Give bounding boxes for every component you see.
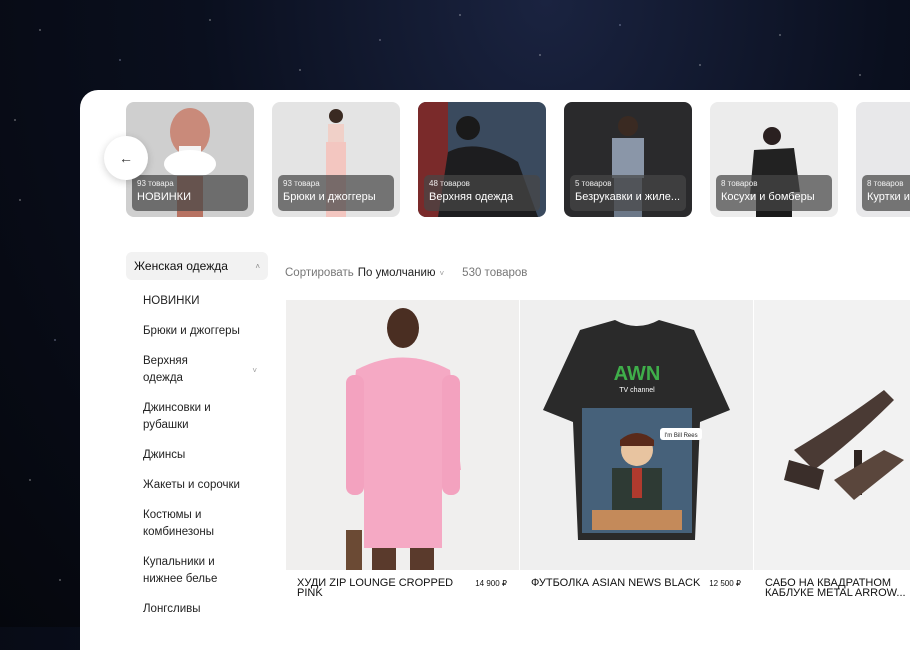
sidebar-item[interactable]: Купальники и нижнее белье bbox=[126, 554, 268, 588]
chevron-up-icon: ˄ bbox=[255, 261, 260, 271]
sidebar-item[interactable]: Брюки и джоггеры bbox=[126, 323, 268, 340]
sidebar-item[interactable]: Верхняя одежда ˅ bbox=[126, 353, 268, 387]
sort-label: Сортировать bbox=[285, 267, 354, 279]
sidebar-item[interactable]: Джинсы bbox=[126, 447, 268, 464]
chevron-down-icon[interactable]: ˅ bbox=[440, 269, 445, 278]
category-card[interactable]: 8 товаров Куртки и bbox=[856, 102, 910, 217]
category-count: 8 товаров bbox=[721, 179, 758, 188]
product-name: ФУТБОЛКА ASIAN NEWS BLACK bbox=[531, 577, 701, 589]
sidebar-heading-label: Женская одежда bbox=[134, 259, 228, 273]
sidebar-item-label: Купальники и нижнее белье bbox=[143, 556, 218, 585]
category-name: Куртки и bbox=[867, 191, 910, 203]
catalog-panel: 93 товара НОВИНКИ 93 товара Брюки и джог… bbox=[80, 90, 910, 650]
product-grid: ХУДИ ZIP LOUNGE CROPPED PINK 14 900 ₽ AW… bbox=[286, 300, 910, 599]
category-name: Брюки и джоггеры bbox=[283, 191, 376, 203]
category-name: Верхняя одежда bbox=[429, 191, 514, 203]
product-count: 530 товаров bbox=[462, 267, 528, 279]
product-price: 14 900 ₽ bbox=[475, 579, 507, 588]
category-count: 5 товаров bbox=[575, 179, 612, 188]
category-name: Безрукавки и жиле... bbox=[575, 191, 681, 203]
category-sidebar: Женская одежда ˄ НОВИНКИ Брюки и джоггер… bbox=[126, 252, 268, 618]
tee-print-title: AWN bbox=[614, 363, 661, 385]
sidebar-item-label: Жакеты и сорочки bbox=[143, 479, 240, 491]
product-image[interactable] bbox=[286, 300, 519, 570]
sidebar-item[interactable]: НОВИНКИ bbox=[126, 293, 268, 310]
product-photo bbox=[754, 300, 910, 570]
category-count: 93 товара bbox=[283, 179, 320, 188]
sidebar-item-label: Брюки и джоггеры bbox=[143, 325, 240, 337]
category-label: 48 товаров Верхняя одежда bbox=[424, 175, 540, 211]
product-photo: AWN TV channel I'm Bill Rees bbox=[520, 300, 753, 570]
sidebar-item-label: НОВИНКИ bbox=[143, 295, 200, 307]
category-label: 5 товаров Безрукавки и жиле... bbox=[570, 175, 686, 211]
product-name: САБО НА КВАДРАТНОМ КАБЛУКЕ METAL ARROW..… bbox=[765, 577, 906, 599]
category-count: 48 товаров bbox=[429, 179, 470, 188]
product-card[interactable]: ХУДИ ZIP LOUNGE CROPPED PINK 14 900 ₽ bbox=[286, 300, 519, 599]
category-label: 93 товара Брюки и джоггеры bbox=[278, 175, 394, 211]
sidebar-item-label: Верхняя одежда bbox=[143, 355, 188, 384]
arrow-left-icon: ← bbox=[119, 150, 133, 166]
category-card[interactable]: 5 товаров Безрукавки и жиле... bbox=[564, 102, 692, 217]
category-label: 8 товаров Куртки и bbox=[862, 175, 910, 211]
sort-select[interactable]: По умолчанию bbox=[358, 267, 436, 279]
product-price: 12 500 ₽ bbox=[709, 579, 741, 588]
sidebar-item-label: Лонгсливы bbox=[143, 603, 201, 615]
product-card[interactable]: AWN TV channel I'm Bill Rees ФУТБОЛКА AS… bbox=[520, 300, 753, 598]
product-image[interactable] bbox=[754, 300, 910, 570]
product-name: ХУДИ ZIP LOUNGE CROPPED PINK bbox=[297, 577, 454, 599]
product-image[interactable]: AWN TV channel I'm Bill Rees bbox=[520, 300, 753, 570]
category-name: НОВИНКИ bbox=[137, 191, 192, 203]
sidebar-item[interactable]: Лонгсливы bbox=[126, 601, 268, 618]
category-card[interactable]: 48 товаров Верхняя одежда bbox=[418, 102, 546, 217]
category-name: Косухи и бомберы bbox=[721, 191, 815, 203]
tee-speech-bubble: I'm Bill Rees bbox=[664, 433, 697, 439]
product-card[interactable]: САБО НА КВАДРАТНОМ КАБЛУКЕ METAL ARROW..… bbox=[754, 300, 910, 599]
sidebar-item[interactable]: Костюмы и комбинезоны bbox=[126, 507, 268, 541]
sidebar-item-label: Джинсы bbox=[143, 449, 186, 461]
sidebar-item[interactable]: Жакеты и сорочки bbox=[126, 477, 268, 494]
chevron-down-icon[interactable]: ˅ bbox=[252, 362, 257, 379]
category-carousel[interactable]: 93 товара НОВИНКИ 93 товара Брюки и джог… bbox=[126, 102, 910, 217]
category-label: 8 товаров Косухи и бомберы bbox=[716, 175, 832, 211]
sidebar-item[interactable]: Джинсовки и рубашки bbox=[126, 400, 268, 434]
sidebar-item-label: Джинсовки и рубашки bbox=[143, 402, 211, 431]
category-count: 93 товара bbox=[137, 179, 174, 188]
product-photo bbox=[286, 300, 519, 570]
category-card[interactable]: 8 товаров Косухи и бомберы bbox=[710, 102, 838, 217]
tee-print-subtitle: TV channel bbox=[619, 387, 655, 394]
category-label: 93 товара НОВИНКИ bbox=[132, 175, 248, 211]
category-card[interactable]: 93 товара Брюки и джоггеры bbox=[272, 102, 400, 217]
carousel-back-button[interactable]: ← bbox=[104, 136, 148, 180]
category-count: 8 товаров bbox=[867, 179, 904, 188]
sidebar-heading[interactable]: Женская одежда ˄ bbox=[126, 252, 268, 280]
sidebar-item-label: Костюмы и комбинезоны bbox=[143, 509, 214, 538]
sort-bar: Сортировать По умолчанию ˅ 530 товаров bbox=[285, 267, 527, 279]
